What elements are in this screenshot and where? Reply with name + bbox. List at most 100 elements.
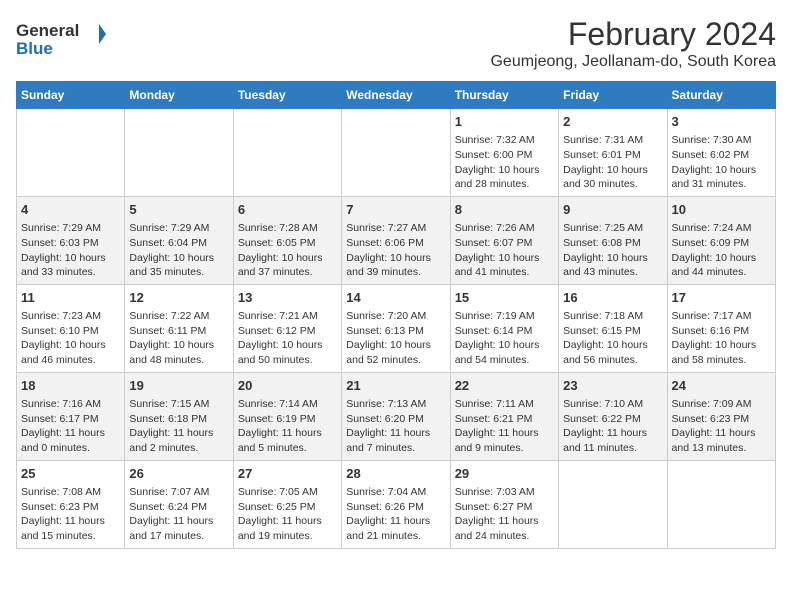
cell-text: Sunrise: 7:18 AM xyxy=(563,309,662,324)
cell-text: Sunset: 6:27 PM xyxy=(455,500,554,515)
day-number: 1 xyxy=(455,113,554,131)
cell-text: Sunset: 6:17 PM xyxy=(21,412,120,427)
calendar-week-3: 11Sunrise: 7:23 AMSunset: 6:10 PMDayligh… xyxy=(17,284,776,372)
cell-text: and 41 minutes. xyxy=(455,265,554,280)
cell-text: Sunrise: 7:13 AM xyxy=(346,397,445,412)
cell-text: Sunset: 6:21 PM xyxy=(455,412,554,427)
cell-text: Sunrise: 7:31 AM xyxy=(563,133,662,148)
cell-text: Sunrise: 7:15 AM xyxy=(129,397,228,412)
cell-text: and 19 minutes. xyxy=(238,529,337,544)
cell-text: Daylight: 10 hours xyxy=(129,251,228,266)
day-number: 22 xyxy=(455,377,554,395)
cell-text: Daylight: 11 hours xyxy=(21,426,120,441)
logo: General Blue xyxy=(16,16,106,61)
day-number: 6 xyxy=(238,201,337,219)
calendar-cell: 14Sunrise: 7:20 AMSunset: 6:13 PMDayligh… xyxy=(342,284,450,372)
cell-text: Sunset: 6:26 PM xyxy=(346,500,445,515)
cell-text: and 43 minutes. xyxy=(563,265,662,280)
cell-text: Sunrise: 7:25 AM xyxy=(563,221,662,236)
calendar-cell xyxy=(233,109,341,197)
logo-svg: General Blue xyxy=(16,16,106,61)
cell-text: Sunset: 6:15 PM xyxy=(563,324,662,339)
cell-text: Daylight: 10 hours xyxy=(455,251,554,266)
calendar-cell: 4Sunrise: 7:29 AMSunset: 6:03 PMDaylight… xyxy=(17,196,125,284)
calendar-cell: 23Sunrise: 7:10 AMSunset: 6:22 PMDayligh… xyxy=(559,372,667,460)
cell-text: Daylight: 10 hours xyxy=(238,338,337,353)
calendar-week-5: 25Sunrise: 7:08 AMSunset: 6:23 PMDayligh… xyxy=(17,460,776,548)
cell-text: and 5 minutes. xyxy=(238,441,337,456)
calendar-cell xyxy=(667,460,775,548)
cell-text: Sunset: 6:05 PM xyxy=(238,236,337,251)
calendar-cell: 3Sunrise: 7:30 AMSunset: 6:02 PMDaylight… xyxy=(667,109,775,197)
day-number: 21 xyxy=(346,377,445,395)
cell-text: Daylight: 10 hours xyxy=(563,251,662,266)
cell-text: Sunset: 6:07 PM xyxy=(455,236,554,251)
calendar-table: SundayMondayTuesdayWednesdayThursdayFrid… xyxy=(16,81,776,549)
day-number: 11 xyxy=(21,289,120,307)
cell-text: Sunrise: 7:04 AM xyxy=(346,485,445,500)
cell-text: Daylight: 10 hours xyxy=(563,338,662,353)
cell-text: and 39 minutes. xyxy=(346,265,445,280)
cell-text: Daylight: 10 hours xyxy=(21,338,120,353)
header-tuesday: Tuesday xyxy=(233,82,341,109)
svg-text:General: General xyxy=(16,21,79,40)
day-number: 25 xyxy=(21,465,120,483)
cell-text: Sunset: 6:04 PM xyxy=(129,236,228,251)
cell-text: Sunrise: 7:27 AM xyxy=(346,221,445,236)
title-section: February 2024 Geumjeong, Jeollanam-do, S… xyxy=(490,16,776,71)
cell-text: Sunset: 6:14 PM xyxy=(455,324,554,339)
cell-text: Sunrise: 7:29 AM xyxy=(21,221,120,236)
calendar-cell: 1Sunrise: 7:32 AMSunset: 6:00 PMDaylight… xyxy=(450,109,558,197)
day-number: 3 xyxy=(672,113,771,131)
calendar-cell xyxy=(342,109,450,197)
calendar-week-1: 1Sunrise: 7:32 AMSunset: 6:00 PMDaylight… xyxy=(17,109,776,197)
calendar-cell: 22Sunrise: 7:11 AMSunset: 6:21 PMDayligh… xyxy=(450,372,558,460)
cell-text: Daylight: 11 hours xyxy=(563,426,662,441)
day-number: 17 xyxy=(672,289,771,307)
calendar-cell: 16Sunrise: 7:18 AMSunset: 6:15 PMDayligh… xyxy=(559,284,667,372)
cell-text: Daylight: 11 hours xyxy=(238,514,337,529)
day-number: 28 xyxy=(346,465,445,483)
cell-text: Sunrise: 7:10 AM xyxy=(563,397,662,412)
cell-text: Daylight: 10 hours xyxy=(346,338,445,353)
calendar-cell: 27Sunrise: 7:05 AMSunset: 6:25 PMDayligh… xyxy=(233,460,341,548)
cell-text: Daylight: 11 hours xyxy=(455,426,554,441)
day-number: 5 xyxy=(129,201,228,219)
calendar-cell: 13Sunrise: 7:21 AMSunset: 6:12 PMDayligh… xyxy=(233,284,341,372)
cell-text: Daylight: 10 hours xyxy=(238,251,337,266)
calendar-cell: 8Sunrise: 7:26 AMSunset: 6:07 PMDaylight… xyxy=(450,196,558,284)
cell-text: Sunrise: 7:16 AM xyxy=(21,397,120,412)
cell-text: Daylight: 10 hours xyxy=(129,338,228,353)
cell-text: Sunset: 6:18 PM xyxy=(129,412,228,427)
calendar-cell: 9Sunrise: 7:25 AMSunset: 6:08 PMDaylight… xyxy=(559,196,667,284)
cell-text: and 50 minutes. xyxy=(238,353,337,368)
cell-text: Daylight: 11 hours xyxy=(672,426,771,441)
calendar-cell: 7Sunrise: 7:27 AMSunset: 6:06 PMDaylight… xyxy=(342,196,450,284)
day-number: 26 xyxy=(129,465,228,483)
cell-text: Sunrise: 7:20 AM xyxy=(346,309,445,324)
cell-text: Sunset: 6:11 PM xyxy=(129,324,228,339)
cell-text: and 33 minutes. xyxy=(21,265,120,280)
cell-text: Daylight: 11 hours xyxy=(455,514,554,529)
cell-text: and 11 minutes. xyxy=(563,441,662,456)
day-number: 18 xyxy=(21,377,120,395)
header-sunday: Sunday xyxy=(17,82,125,109)
cell-text: Sunrise: 7:32 AM xyxy=(455,133,554,148)
calendar-cell: 17Sunrise: 7:17 AMSunset: 6:16 PMDayligh… xyxy=(667,284,775,372)
day-number: 14 xyxy=(346,289,445,307)
cell-text: and 9 minutes. xyxy=(455,441,554,456)
cell-text: Sunset: 6:00 PM xyxy=(455,148,554,163)
cell-text: Sunset: 6:19 PM xyxy=(238,412,337,427)
cell-text: and 28 minutes. xyxy=(455,177,554,192)
cell-text: Daylight: 11 hours xyxy=(238,426,337,441)
calendar-cell: 11Sunrise: 7:23 AMSunset: 6:10 PMDayligh… xyxy=(17,284,125,372)
day-number: 19 xyxy=(129,377,228,395)
calendar-cell: 2Sunrise: 7:31 AMSunset: 6:01 PMDaylight… xyxy=(559,109,667,197)
cell-text: Sunrise: 7:14 AM xyxy=(238,397,337,412)
cell-text: Sunrise: 7:05 AM xyxy=(238,485,337,500)
calendar-cell: 24Sunrise: 7:09 AMSunset: 6:23 PMDayligh… xyxy=(667,372,775,460)
cell-text: and 24 minutes. xyxy=(455,529,554,544)
day-number: 7 xyxy=(346,201,445,219)
day-number: 29 xyxy=(455,465,554,483)
day-number: 10 xyxy=(672,201,771,219)
